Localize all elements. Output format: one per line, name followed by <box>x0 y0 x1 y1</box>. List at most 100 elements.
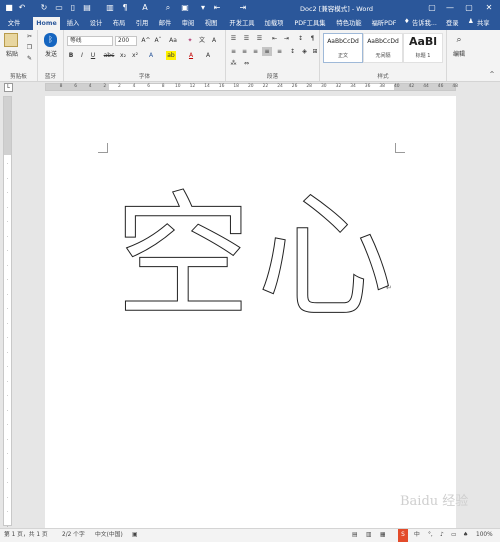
mic-icon[interactable]: ♪ <box>440 529 444 542</box>
tab-insert[interactable]: 插入 <box>64 17 82 30</box>
decrease-indent-icon[interactable]: ⇤ <box>270 34 279 43</box>
bold-button[interactable]: B <box>67 51 75 60</box>
superscript-button[interactable]: x² <box>130 51 140 60</box>
align-right-icon[interactable]: ≡ <box>251 47 260 56</box>
punctuation-icon[interactable]: °, <box>428 529 433 542</box>
italic-button[interactable]: I <box>78 51 86 60</box>
align-center-icon[interactable]: ≡ <box>240 47 249 56</box>
search-icon[interactable]: ⌕ <box>163 2 173 13</box>
chinese-layout-icon[interactable]: ⁂ <box>229 59 238 68</box>
change-case-button[interactable]: Aa <box>167 36 179 45</box>
word-count[interactable]: 2/2 个字 <box>62 529 85 542</box>
save-as-icon[interactable]: ▣ <box>180 2 190 13</box>
style-heading1[interactable]: AaBl 标题 1 <box>403 33 443 63</box>
share-icon[interactable]: ♟ <box>468 18 474 25</box>
horizontal-ruler[interactable]: 8 6 4 2 2 4 6 8 10 12 14 16 18 20 22 24 26 28 30 32 34 36 38 40… <box>45 83 458 91</box>
text-effects-icon[interactable]: A <box>146 51 156 60</box>
copy-icon[interactable]: ❐ <box>25 43 34 52</box>
tab-layout[interactable]: 布局 <box>110 17 128 30</box>
folder-icon[interactable]: ▭ <box>54 2 64 13</box>
phonetic-icon[interactable]: 文 <box>197 36 207 45</box>
indent-icon[interactable]: ⇤ <box>212 2 222 13</box>
multilevel-list-icon[interactable]: ☰ <box>255 34 264 43</box>
read-mode-icon[interactable]: ▤ <box>352 529 357 542</box>
font-color-icon[interactable]: A <box>140 2 150 13</box>
borders-icon[interactable]: ⊞ <box>311 47 319 56</box>
char-border-icon[interactable]: A <box>209 36 219 45</box>
lightbulb-icon[interactable]: ♦ <box>404 18 410 25</box>
bluetooth-icon[interactable]: ᛒ <box>44 33 57 47</box>
tab-pdf-tools[interactable]: PDF工具集 <box>290 17 330 30</box>
find-icon[interactable]: ⌕ <box>453 36 465 45</box>
highlight-icon[interactable]: ab <box>166 51 176 60</box>
paste-button[interactable]: 粘贴 <box>4 50 20 59</box>
document-page[interactable]: 空心 ↵ <box>45 96 456 528</box>
redo-icon[interactable]: ↻ <box>39 2 49 13</box>
font-size-dropdown[interactable]: 200 <box>115 36 137 46</box>
numbering-icon[interactable]: ☰ <box>242 34 251 43</box>
preview-icon[interactable]: ▤ <box>82 2 92 13</box>
language[interactable]: 中文(中国) <box>95 529 123 542</box>
underline-button[interactable]: U <box>89 51 97 60</box>
web-layout-icon[interactable]: ▦ <box>380 529 385 542</box>
paste-icon[interactable] <box>4 33 18 47</box>
bullets-icon[interactable]: ☰ <box>229 34 238 43</box>
grow-font-button[interactable]: A^ <box>141 36 151 45</box>
tab-view[interactable]: 视图 <box>202 17 220 30</box>
ribbon-options-icon[interactable]: ▢ <box>424 1 440 15</box>
zoom-level[interactable]: 100% <box>476 529 493 542</box>
style-no-spacing[interactable]: AaBbCcDd 无间隔 <box>363 33 403 63</box>
share-button[interactable]: 共享 <box>477 18 490 27</box>
skin-icon[interactable]: ♠ <box>463 529 468 542</box>
show-marks-icon[interactable]: ¶ <box>308 34 317 43</box>
layout-icon[interactable]: ▥ <box>105 2 115 13</box>
vertical-ruler[interactable]: · · · · · · · · · · · · · · · · · · · · · · · · · · <box>3 96 12 529</box>
font-color-button-icon[interactable]: A <box>186 51 196 60</box>
undo-icon[interactable]: ↶ <box>17 2 27 13</box>
strikethrough-button[interactable]: abc <box>103 51 115 60</box>
minimize-icon[interactable]: — <box>442 1 458 15</box>
close-icon[interactable]: ✕ <box>481 1 497 15</box>
keyboard-icon[interactable]: ▭ <box>451 529 456 542</box>
tab-developer[interactable]: 开发工具 <box>226 17 258 30</box>
new-doc-icon[interactable]: ▯ <box>68 2 78 13</box>
customize-icon[interactable]: ▾ <box>198 2 208 13</box>
tab-foxit-pdf[interactable]: 福昕PDF <box>368 17 400 30</box>
print-layout-icon[interactable]: ▥ <box>366 529 371 542</box>
paragraph-icon[interactable]: ¶ <box>120 2 130 13</box>
page-count[interactable]: 第 1 页，共 1 页 <box>4 529 48 542</box>
increase-indent-icon[interactable]: ⇥ <box>282 34 291 43</box>
char-shading-icon[interactable]: A <box>203 51 213 60</box>
tab-file[interactable]: 文件 <box>5 17 23 30</box>
asian-typography-icon[interactable]: ⇔ <box>242 59 251 68</box>
ime-icon[interactable]: 中 <box>414 529 420 542</box>
save-icon[interactable]: ■ <box>4 2 14 13</box>
send-button[interactable]: 发送 <box>44 50 58 59</box>
subscript-button[interactable]: x₂ <box>118 51 128 60</box>
maximize-icon[interactable]: ▢ <box>461 1 477 15</box>
tab-review[interactable]: 审阅 <box>179 17 197 30</box>
sort-icon[interactable]: ↕ <box>296 34 305 43</box>
format-painter-icon[interactable]: ✎ <box>25 54 34 63</box>
sogou-icon[interactable]: S <box>398 529 408 542</box>
align-left-icon[interactable]: ≡ <box>229 47 238 56</box>
cut-icon[interactable]: ✂ <box>25 32 34 41</box>
style-normal[interactable]: AaBbCcDd 正文 <box>323 33 363 63</box>
tab-references[interactable]: 引用 <box>133 17 151 30</box>
tab-features[interactable]: 特色功能 <box>333 17 365 30</box>
shrink-font-button[interactable]: Aˇ <box>153 36 163 45</box>
tell-me-box[interactable]: 告诉我... <box>412 18 437 27</box>
editing-button[interactable]: 编辑 <box>451 50 467 59</box>
login-link[interactable]: 登录 <box>446 18 459 27</box>
tab-mailings[interactable]: 邮件 <box>156 17 174 30</box>
tab-addins[interactable]: 加载项 <box>262 17 286 30</box>
clear-format-icon[interactable]: ✦ <box>185 36 195 45</box>
line-spacing-icon[interactable]: ↕ <box>288 47 297 56</box>
collapse-ribbon-icon[interactable]: ^ <box>488 70 496 79</box>
tab-home[interactable]: Home <box>33 17 60 30</box>
shading-icon[interactable]: ◈ <box>300 47 309 56</box>
font-name-dropdown[interactable]: 等线 <box>67 36 113 46</box>
distributed-icon[interactable]: ≡ <box>275 47 284 56</box>
tab-selector-icon[interactable]: L <box>4 83 13 92</box>
macro-record-icon[interactable]: ▣ <box>132 529 137 542</box>
